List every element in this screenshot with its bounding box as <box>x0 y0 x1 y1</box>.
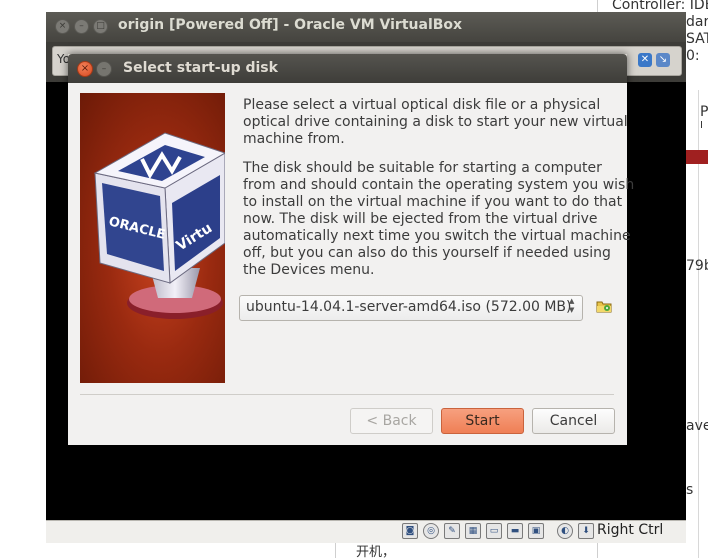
bg-text: ave <box>686 418 708 434</box>
bg-text: s <box>686 482 694 498</box>
text-line: optical drive containing a disk to start… <box>243 114 628 130</box>
harddisk-icon[interactable]: ◙ <box>402 523 418 539</box>
bg-text: SAT <box>686 31 708 47</box>
text-line: the Devices menu. <box>243 262 375 278</box>
optical-icon[interactable]: ◎ <box>423 523 439 539</box>
description-paragraph-2: The disk should be suitable for starting… <box>243 160 635 279</box>
bg-red-strip <box>686 150 708 164</box>
start-button[interactable]: Start <box>441 408 524 434</box>
capture-icon[interactable]: ⬇ <box>578 523 594 539</box>
shared-folder-icon[interactable]: ▭ <box>486 523 502 539</box>
choose-disk-folder-icon[interactable] <box>596 299 612 313</box>
mouse-icon[interactable]: ◐ <box>557 523 573 539</box>
dialog-close-button[interactable]: × <box>77 61 93 77</box>
text-line: now. The disk will be ejected from the v… <box>243 211 598 227</box>
vm-window-title: origin [Powered Off] - Oracle VM Virtual… <box>118 17 463 33</box>
host-key-label: Right Ctrl <box>597 522 664 538</box>
virtualbox-cube-icon: ORACLE Virtu <box>93 132 225 319</box>
usb-icon[interactable]: ▣ <box>528 523 544 539</box>
text-line: automatically next time you switch the v… <box>243 228 631 244</box>
display-icon[interactable]: ▬ <box>507 523 523 539</box>
cancel-button[interactable]: Cancel <box>532 408 615 434</box>
bg-text: 79b <box>686 258 708 274</box>
text-line: machine from. <box>243 131 345 147</box>
separator <box>80 394 614 395</box>
virtualbox-logo: ORACLE Virtu <box>80 93 225 383</box>
text-line: The disk should be suitable for starting… <box>243 160 602 176</box>
folder-icon <box>596 301 612 313</box>
disk-selector-value: ubuntu-14.04.1-server-amd64.iso (572.00 … <box>246 299 572 315</box>
text-line: off, but you can also do this yourself i… <box>243 245 611 261</box>
dialog-title: Select start-up disk <box>123 60 278 76</box>
bg-text: I <box>700 120 703 131</box>
text-line: to install on the virtual machine if you… <box>243 194 623 210</box>
bg-text: 0: <box>686 48 700 64</box>
text-line: from and should contain the operating sy… <box>243 177 635 193</box>
dialog-minimize-button[interactable]: – <box>96 61 112 77</box>
vm-minimize-button[interactable]: – <box>74 19 89 34</box>
bg-text: P <box>700 104 708 120</box>
bg-text: dary <box>686 14 708 30</box>
mouse-integration-icon[interactable]: ↘ <box>656 53 670 67</box>
info-icon[interactable]: ✕ <box>638 53 652 67</box>
bg-text: 开机， <box>356 545 396 560</box>
network-icon[interactable]: ▦ <box>465 523 481 539</box>
combo-arrows-icon: ▲ ▼ <box>569 297 575 314</box>
description-paragraph-1: Please select a virtual optical disk fil… <box>243 97 628 148</box>
back-button[interactable]: < Back <box>350 408 433 434</box>
vm-maximize-button[interactable]: □ <box>93 19 108 34</box>
pen-icon[interactable]: ✎ <box>444 523 460 539</box>
vm-close-button[interactable]: × <box>55 19 70 34</box>
text-line: Please select a virtual optical disk fil… <box>243 97 601 113</box>
